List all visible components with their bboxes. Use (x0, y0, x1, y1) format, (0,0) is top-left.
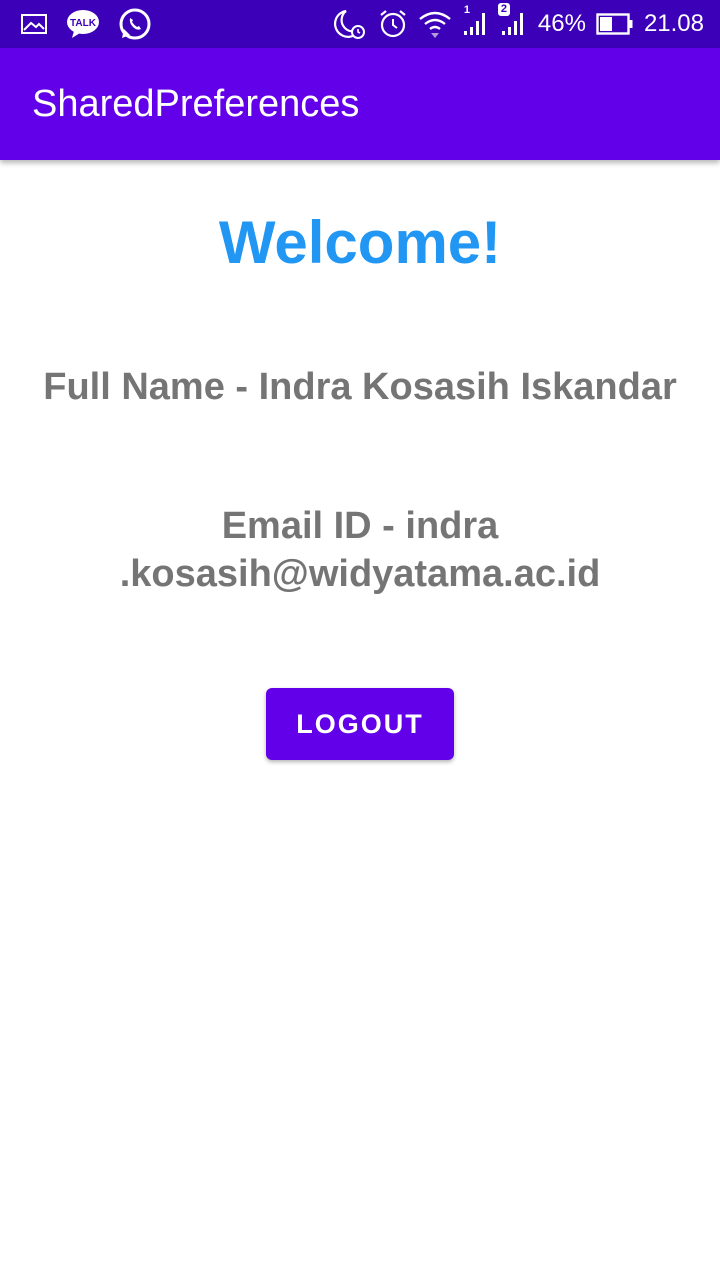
clock-time: 21.08 (643, 10, 704, 37)
sim2-label: 2 (497, 3, 511, 16)
signal-sim1-icon: 1 (462, 5, 490, 39)
logout-button[interactable]: LOGOUT (266, 688, 454, 760)
system-icons: 1 2 46% 21.08 (332, 0, 704, 48)
signal-sim2-icon: 2 (497, 3, 528, 39)
wifi-icon (418, 9, 452, 39)
notification-icons: TALK (20, 0, 152, 48)
welcome-heading: Welcome! (218, 209, 502, 276)
alarm-icon (378, 9, 408, 39)
battery-percent: 46% (537, 10, 586, 37)
kakaotalk-label: TALK (70, 18, 97, 29)
battery-icon (596, 12, 634, 36)
kakaotalk-icon: TALK (66, 9, 100, 39)
sim1-label: 1 (463, 4, 471, 16)
whatsapp-icon (118, 7, 152, 41)
main-content: Welcome! Full Name - Indra Kosasih Iskan… (0, 160, 720, 1280)
gallery-icon (20, 12, 48, 36)
do-not-disturb-moon-icon (332, 7, 368, 41)
full-name-text: Full Name - Indra Kosasih Iskandar (43, 366, 677, 408)
status-bar: TALK 1 2 46% 21.08 (0, 0, 720, 48)
app-title: SharedPreferences (32, 83, 360, 125)
email-text: Email ID - indra .kosasih@widyatama.ac.i… (119, 505, 601, 595)
app-bar: SharedPreferences (0, 48, 720, 160)
